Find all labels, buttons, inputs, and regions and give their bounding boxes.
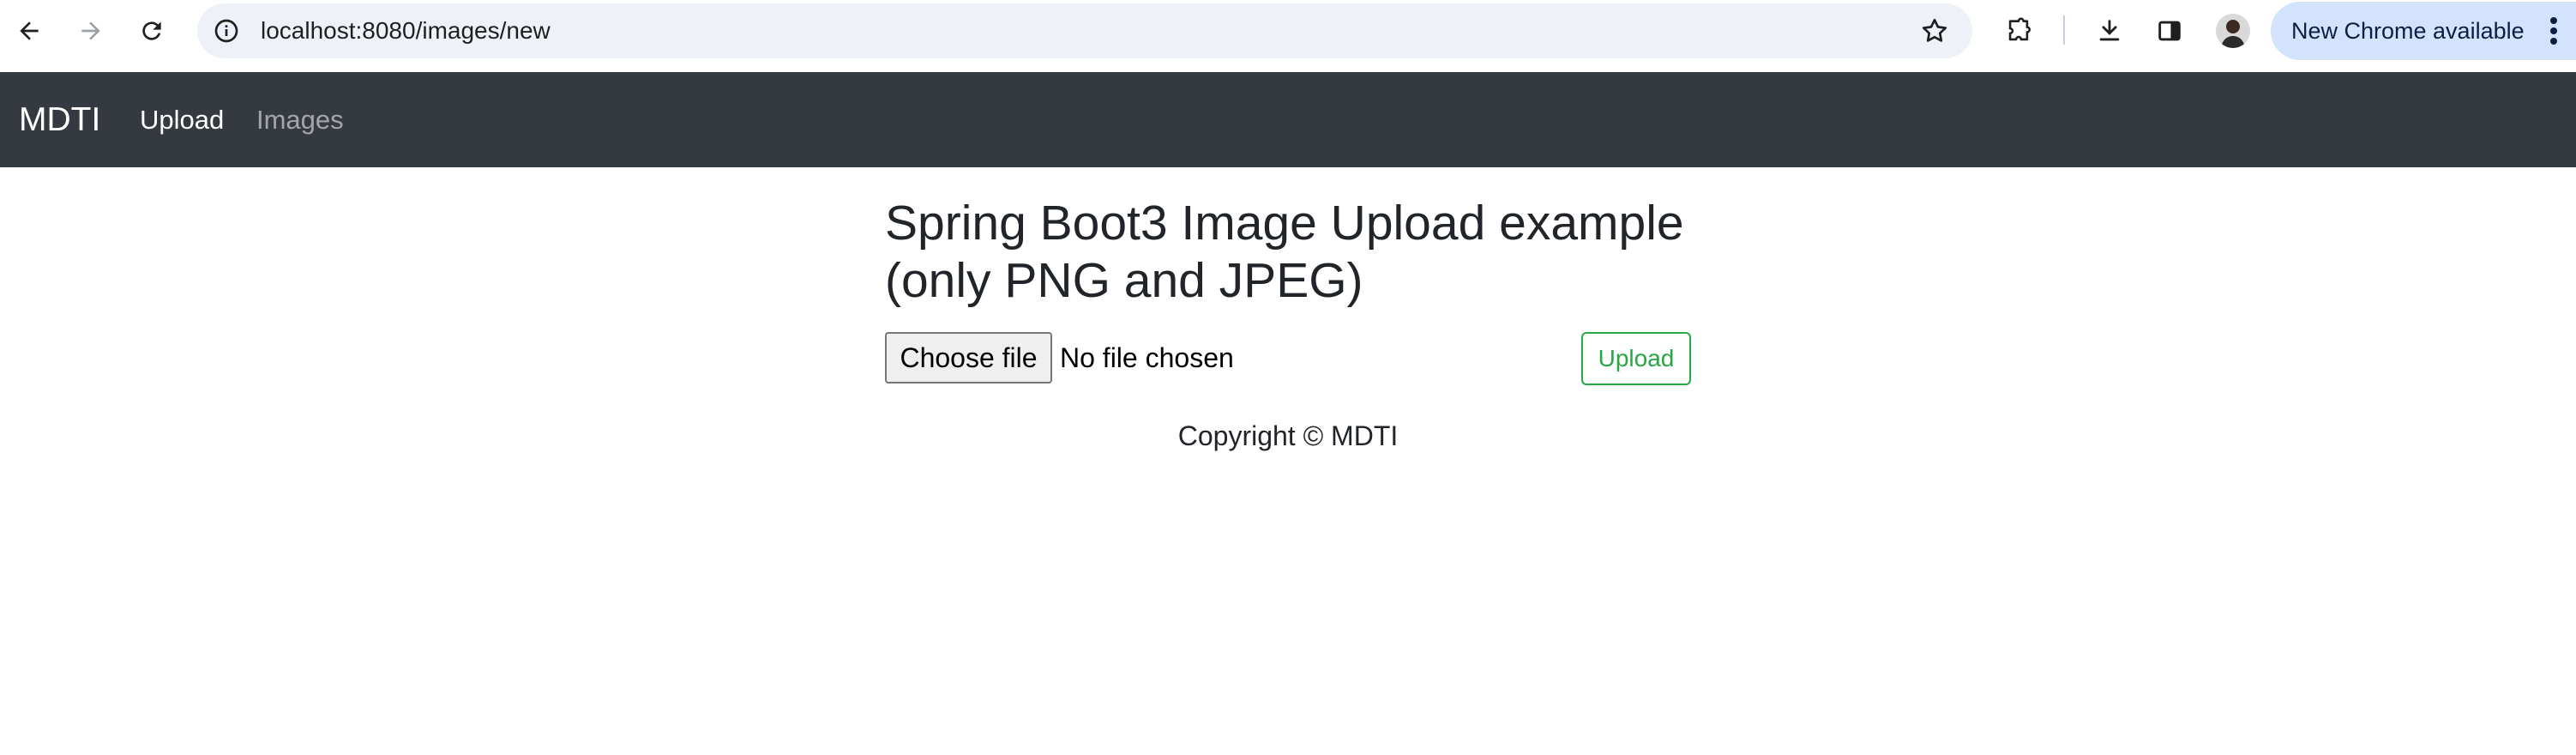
- toolbar-divider: [2063, 15, 2065, 45]
- info-icon[interactable]: [213, 17, 240, 45]
- reload-icon[interactable]: [133, 12, 171, 50]
- nav-upload-link[interactable]: Upload: [140, 72, 224, 167]
- upload-button[interactable]: Upload: [1581, 332, 1691, 385]
- app-navbar: MDTI Upload Images: [0, 72, 2576, 167]
- upload-row: Choose file No file chosen Upload: [885, 332, 1691, 385]
- choose-file-button[interactable]: Choose file: [885, 332, 1052, 384]
- browser-toolbar: localhost:8080/images/new New Chrome ava…: [0, 0, 2576, 72]
- file-status-text: No file chosen: [1060, 342, 1234, 373]
- side-panel-icon[interactable]: [2151, 12, 2188, 50]
- upload-form-container: Spring Boot3 Image Upload example (only …: [885, 167, 1691, 385]
- page-title: Spring Boot3 Image Upload example (only …: [885, 195, 1691, 310]
- star-icon[interactable]: [1919, 15, 1950, 46]
- kebab-menu-icon[interactable]: [2549, 15, 2559, 46]
- page-title-line-1: Spring Boot3 Image Upload example: [885, 196, 1684, 251]
- url-text[interactable]: localhost:8080/images/new: [261, 3, 551, 58]
- profile-avatar[interactable]: [2216, 14, 2250, 48]
- update-chrome-button[interactable]: New Chrome available: [2271, 2, 2576, 60]
- update-label: New Chrome available: [2291, 18, 2525, 44]
- brand-link[interactable]: MDTI: [19, 72, 100, 167]
- nav-images-link[interactable]: Images: [256, 72, 344, 167]
- download-icon[interactable]: [2091, 12, 2128, 50]
- back-arrow-icon[interactable]: [10, 12, 48, 50]
- forward-arrow-icon[interactable]: [72, 12, 110, 50]
- footer-copyright: Copyright © MDTI: [1177, 420, 1399, 451]
- address-bar[interactable]: localhost:8080/images/new: [197, 3, 1972, 58]
- page-title-line-2: (only PNG and JPEG): [885, 253, 1363, 308]
- puzzle-icon[interactable]: [2000, 12, 2037, 50]
